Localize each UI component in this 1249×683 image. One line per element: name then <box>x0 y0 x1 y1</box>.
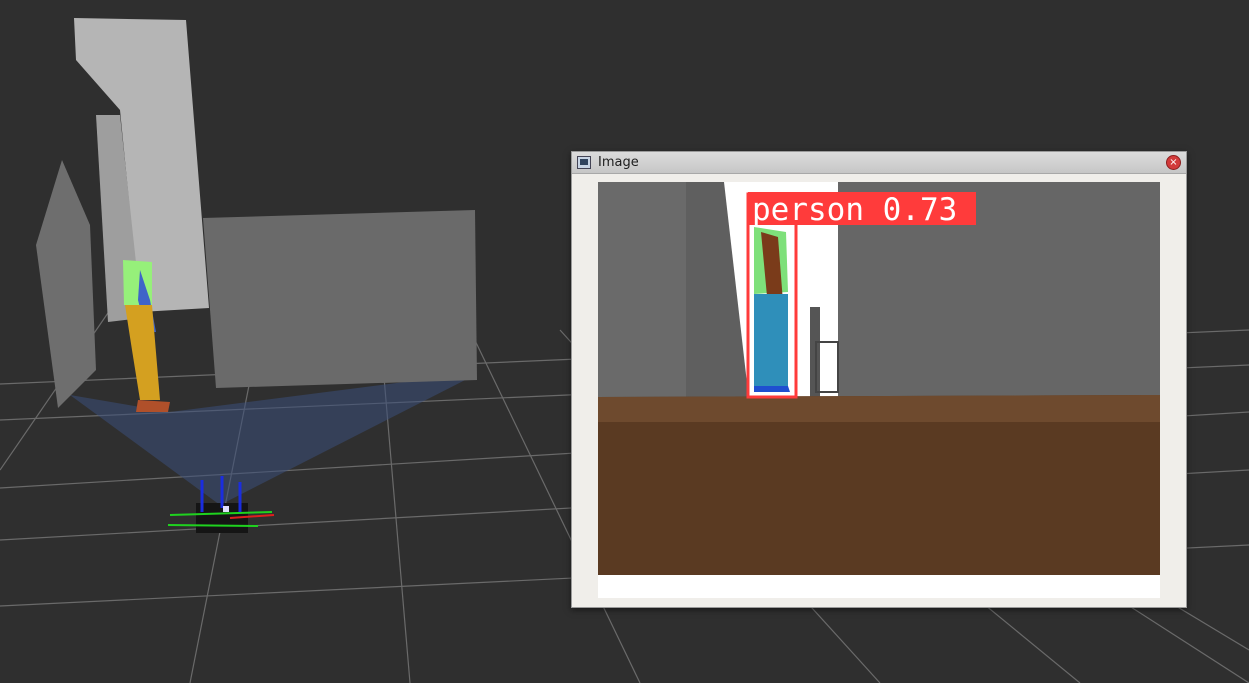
image-window-icon <box>577 156 591 169</box>
camera-floor-highlight <box>598 395 1160 422</box>
window-titlebar[interactable]: Image × <box>572 152 1186 174</box>
image-window[interactable]: Image × person 0.73 <box>571 151 1187 608</box>
camera-wall-left <box>598 182 686 402</box>
camera-image: person 0.73 <box>598 182 1160 598</box>
camera-person <box>754 227 790 392</box>
wall-left-panel <box>36 160 96 408</box>
close-button[interactable]: × <box>1166 155 1181 170</box>
wall-box-gray <box>203 210 477 388</box>
detection-label: person 0.73 <box>752 192 957 228</box>
laser-scan-fan <box>70 375 475 505</box>
window-title: Image <box>598 155 639 170</box>
